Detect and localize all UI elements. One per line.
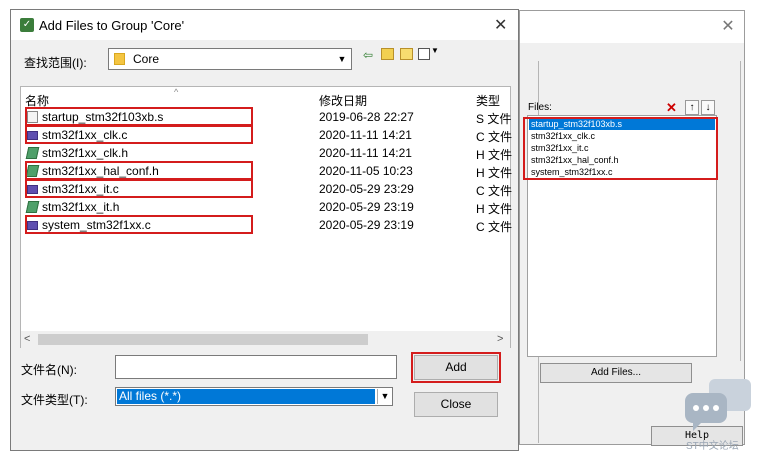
move-down-icon[interactable]: ↓ (701, 100, 715, 115)
file-type: C 文件 (476, 184, 513, 198)
column-header-date[interactable]: 修改日期 (319, 92, 367, 109)
file-list[interactable]: ^ 名称 修改日期 类型 startup_stm32f103xb.s 2019-… (20, 86, 513, 348)
filetype-value: All files (*.*) (117, 389, 375, 404)
scroll-right-icon[interactable]: > (497, 333, 503, 345)
manage-close-icon[interactable]: ✕ (720, 19, 736, 35)
dialog-title: Add Files to Group 'Core' (39, 18, 185, 33)
view-chevron-icon[interactable]: ▼ (431, 46, 439, 55)
column-header-type[interactable]: 类型 (476, 92, 500, 109)
close-icon[interactable]: ✕ (494, 15, 507, 35)
file-type: H 文件 (476, 148, 513, 162)
file-highlight-box (25, 161, 253, 180)
add-files-button[interactable]: Add Files... (540, 363, 692, 383)
scroll-left-icon[interactable]: < (24, 333, 30, 345)
h-file-icon (25, 147, 40, 159)
lookin-label: 查找范围(I): (24, 56, 87, 70)
view-menu-icon[interactable] (418, 48, 430, 60)
app-icon: ✓ (20, 18, 34, 32)
filename-input[interactable] (115, 355, 397, 379)
add-files-dialog: ✓ Add Files to Group 'Core' ✕ 查找范围(I): C… (10, 9, 519, 451)
file-highlight-box (25, 179, 253, 198)
horizontal-scrollbar[interactable]: < > (21, 331, 510, 348)
filename-label: 文件名(N): (21, 363, 77, 377)
file-date: 2020-11-11 14:21 (319, 128, 412, 142)
group-frame-right (740, 61, 741, 361)
file-date: 2020-11-11 14:21 (319, 146, 412, 160)
chevron-down-icon[interactable]: ▼ (334, 51, 350, 67)
file-date: 2020-11-05 10:23 (319, 164, 413, 178)
filetype-select[interactable]: All files (*.*) ▼ (115, 387, 393, 406)
sort-caret-icon: ^ (174, 87, 179, 97)
file-highlight-box (25, 125, 253, 144)
file-date: 2020-05-29 23:19 (319, 218, 414, 232)
file-type: C 文件 (476, 220, 513, 234)
add-highlight-box (411, 352, 501, 383)
manage-titlebar: ✕ (520, 11, 744, 43)
up-folder-icon[interactable] (381, 48, 394, 60)
back-icon[interactable]: ⇦ (363, 48, 373, 62)
file-highlight-box (25, 107, 253, 126)
chevron-down-icon[interactable]: ▼ (377, 389, 392, 404)
delete-icon[interactable]: ✕ (666, 100, 677, 116)
file-type: C 文件 (476, 130, 513, 144)
file-highlight-box (25, 215, 253, 234)
file-name[interactable]: stm32f1xx_it.h (42, 200, 119, 214)
chat-bubble-icon (685, 379, 751, 431)
file-date: 2019-06-28 22:27 (319, 110, 414, 124)
files-highlight-box (523, 117, 718, 180)
file-type: H 文件 (476, 202, 513, 216)
file-name[interactable]: stm32f1xx_clk.h (42, 146, 128, 160)
dialog-titlebar: ✓ Add Files to Group 'Core' ✕ (11, 10, 518, 40)
filetype-label: 文件类型(T): (21, 393, 88, 407)
file-date: 2020-05-29 23:19 (319, 200, 414, 214)
close-button[interactable]: Close (414, 392, 498, 417)
file-date: 2020-05-29 23:29 (319, 182, 414, 196)
watermark-text: ST中文论坛 (686, 441, 739, 452)
scroll-thumb[interactable] (38, 334, 368, 345)
lookin-value: Core (133, 52, 160, 66)
file-type: H 文件 (476, 166, 513, 180)
file-type: S 文件 (476, 112, 512, 126)
files-label: Files: (528, 102, 552, 113)
move-up-icon[interactable]: ↑ (685, 100, 699, 115)
folder-icon (114, 53, 125, 65)
new-folder-icon[interactable] (400, 48, 413, 60)
h-file-icon (25, 201, 40, 213)
lookin-dropdown[interactable]: Core ▼ (108, 48, 352, 70)
